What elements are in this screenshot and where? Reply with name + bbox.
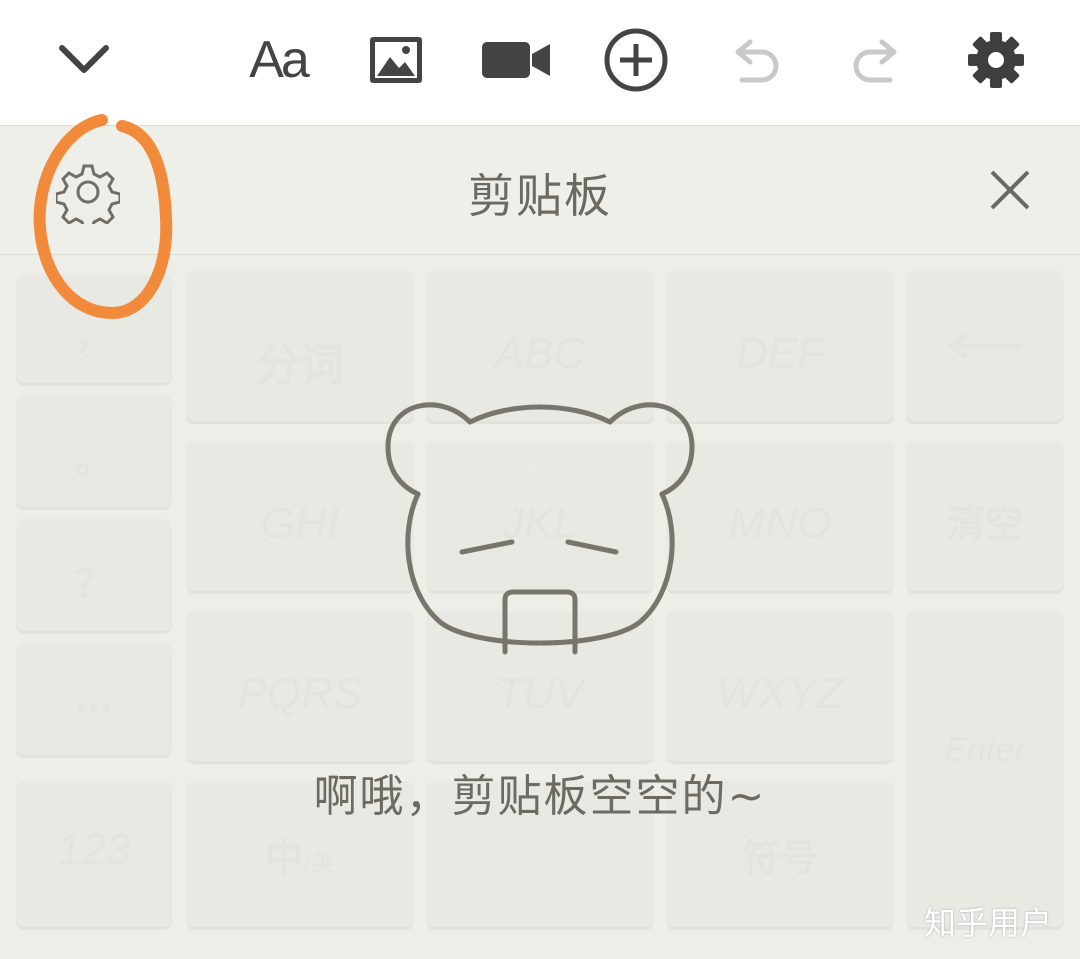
key-6-label: MNO	[728, 499, 832, 548]
video-icon[interactable]	[480, 22, 552, 98]
font-style-label: Aa	[249, 31, 310, 89]
key-ellipsis: …	[16, 643, 172, 755]
key-6-num: 6	[773, 459, 787, 484]
backspace-icon	[947, 333, 1022, 359]
key-6: 6 MNO	[666, 441, 894, 591]
key-question: ？	[16, 519, 172, 631]
key-3-num: 3	[773, 289, 787, 314]
clipboard-title: 剪贴板	[468, 169, 612, 223]
key-comma-label: ，	[74, 314, 113, 358]
key-lang-label: 中/英	[264, 836, 336, 880]
key-3-label: DEF	[736, 329, 824, 378]
key-9-label: WXYZ	[716, 669, 844, 718]
key-backspace	[906, 271, 1064, 421]
key-7-label: PQRS	[237, 669, 363, 718]
settings-icon[interactable]	[964, 22, 1028, 98]
key-2-num: 2	[533, 289, 547, 314]
redo-icon[interactable]	[846, 22, 906, 98]
chevron-down-icon[interactable]	[50, 22, 118, 98]
font-style-icon[interactable]: Aa	[240, 22, 316, 98]
key-comma: ，	[16, 275, 172, 383]
key-8-label: TUV	[496, 669, 584, 718]
watermark: 知乎用户	[923, 904, 1052, 942]
key-clear-label: 清空	[946, 502, 1023, 546]
key-3: 3 DEF	[666, 271, 894, 421]
key-clear: 清空	[906, 441, 1064, 591]
key-1-num: 1	[293, 289, 307, 314]
key-9-num: 9	[773, 629, 787, 654]
key-1-label: 分词	[256, 340, 344, 391]
key-period: 。	[16, 395, 172, 507]
empty-clipboard-message: 啊哦，剪贴板空空的~	[313, 771, 767, 822]
add-circle-icon[interactable]	[602, 22, 670, 98]
key-9: 9 WXYZ	[666, 611, 894, 761]
key-123-label: 123	[57, 825, 131, 874]
key-2-label: ABC	[494, 329, 586, 378]
close-icon[interactable]	[984, 164, 1036, 216]
key-question-label: ？	[74, 562, 113, 606]
editor-toolbar: Aa	[0, 0, 1080, 126]
empty-bear-illustration	[380, 392, 700, 662]
image-icon[interactable]	[366, 22, 426, 98]
key-ellipsis-label: …	[75, 677, 113, 721]
undo-icon[interactable]	[726, 22, 786, 98]
key-period-label: 。	[74, 438, 113, 482]
key-symbol-label: 符号	[741, 836, 818, 880]
